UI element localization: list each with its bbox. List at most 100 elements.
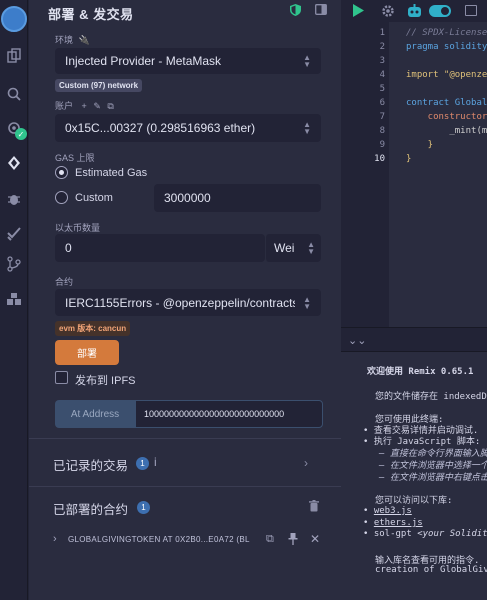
code-editor[interactable]: // SPDX-License-Identifier: MIT pragma s…: [389, 22, 487, 327]
environment-value: Injected Provider - MetaMask: [65, 54, 222, 68]
run-script-icon[interactable]: [353, 4, 364, 22]
sign-message-icon[interactable]: ✎: [93, 101, 101, 111]
network-chip: Custom (97) network: [55, 79, 143, 92]
code-line: }: [406, 140, 434, 150]
environment-label-text: 环境: [55, 35, 74, 45]
line-number: 5: [379, 84, 385, 94]
expand-instance-icon[interactable]: ›: [53, 533, 57, 545]
copy-account-icon[interactable]: ⧉: [107, 101, 113, 111]
contract-label: 合约: [55, 277, 74, 287]
terminal-line: creation of GlobalGivingToken pending...: [375, 565, 487, 575]
line-number: 3: [379, 56, 385, 66]
code-line: // SPDX-License-Identifier: MIT: [406, 28, 487, 38]
terminal-output[interactable]: 欢迎使用 Remix 0.65.1 您的文件储存在 indexedDB 您可使用…: [341, 352, 487, 600]
custom-gas-label: Custom: [75, 192, 113, 204]
code-line: pragma solidity ^0.8.20;: [406, 42, 487, 52]
unit-testing-icon[interactable]: [4, 223, 24, 243]
line-number: 1: [379, 28, 385, 38]
terminal-line: • sol-gpt <your Solidity question>: [363, 529, 487, 539]
deploy-button[interactable]: 部署: [55, 340, 119, 365]
value-label: 以太币数量: [55, 223, 101, 233]
terminal-header: ⌄⌄: [341, 327, 487, 352]
line-number: 2: [379, 42, 385, 52]
at-address-button[interactable]: At Address: [55, 400, 135, 428]
ai-assistant-icon[interactable]: [407, 4, 422, 23]
terminal-line: 欢迎使用 Remix 0.65.1: [367, 367, 474, 377]
publish-ipfs-label: 发布到 IPFS: [75, 375, 136, 387]
code-line: contract GlobalGivingToken is ERC1155 {: [406, 98, 487, 108]
search-icon[interactable]: [4, 84, 24, 104]
web3-link[interactable]: web3.js: [374, 506, 412, 516]
add-account-icon[interactable]: +: [82, 101, 87, 111]
custom-gas-input[interactable]: 3000000: [154, 184, 321, 212]
terminal-line: • web3.js: [363, 506, 412, 516]
estimated-gas-radio[interactable]: [55, 166, 68, 179]
settings-icon[interactable]: [381, 4, 395, 23]
divider: [29, 486, 341, 487]
environment-label: 环境 🔌: [55, 33, 90, 46]
account-label-text: 账户: [55, 101, 74, 111]
recorded-transactions-title[interactable]: 已记录的交易: [53, 455, 128, 474]
shield-icon[interactable]: [290, 4, 301, 19]
ai-toggle-switch[interactable]: [429, 5, 451, 17]
plugin-manager-icon[interactable]: [4, 289, 24, 309]
line-number: 8: [379, 126, 385, 136]
chevron-right-icon[interactable]: ›: [304, 456, 308, 470]
ethers-link[interactable]: ethers.js: [374, 518, 423, 528]
account-value: 0x15C...00327 (0.298516963 ether): [65, 121, 256, 135]
unit-select[interactable]: Wei ▲ ▼: [265, 234, 321, 262]
line-number: 10: [374, 154, 385, 164]
copy-address-icon[interactable]: ⧉: [266, 533, 274, 546]
panel-title: 部署 & 发交易: [48, 6, 134, 22]
terminal-line: – 在文件浏览器中右键点击: [379, 473, 487, 483]
terminal-line: 您的文件储存在 indexedDB: [375, 392, 487, 402]
account-select[interactable]: 0x15C...00327 (0.298516963 ether) ▲ ▼: [55, 114, 321, 142]
divider: [29, 438, 341, 439]
select-spinner-icon: ▲ ▼: [307, 240, 315, 256]
evm-version-chip: evm 版本: cancun: [55, 321, 131, 336]
editor-toolbar: [341, 0, 487, 22]
deploy-run-icon[interactable]: [4, 153, 24, 173]
git-icon[interactable]: [4, 254, 24, 274]
line-number: 9: [379, 140, 385, 150]
info-icon[interactable]: i: [154, 455, 157, 469]
code-line: import "@openzeppelin/contracts/token/ER…: [406, 70, 487, 80]
custom-gas-value: 3000000: [164, 191, 211, 205]
unit-value: Wei: [274, 241, 295, 255]
collapse-panel-icon[interactable]: [315, 4, 327, 19]
publish-ipfs-checkbox[interactable]: [55, 371, 68, 384]
contract-select[interactable]: IERC1155Errors - @openzeppelin/contracts…: [55, 289, 321, 316]
environment-select[interactable]: Injected Provider - MetaMask ▲ ▼: [55, 48, 321, 74]
close-icon[interactable]: ✕: [310, 532, 320, 546]
terminal-line-text: <your Solidity question>: [417, 529, 487, 539]
line-number: 7: [379, 112, 385, 122]
pin-icon[interactable]: [288, 532, 298, 550]
line-number: 6: [379, 98, 385, 108]
select-spinner-icon: ▲ ▼: [303, 294, 311, 311]
custom-gas-radio[interactable]: [55, 191, 68, 204]
file-explorer-icon[interactable]: [4, 46, 24, 66]
terminal-line-text: 在文件浏览器中右键点击: [389, 473, 487, 483]
toggle-layout-icon[interactable]: [465, 5, 477, 16]
trash-icon[interactable]: [309, 499, 319, 517]
gas-label: GAS 上限: [55, 153, 95, 163]
editor-gutter: 1 2 3 4 5 6 7 8 9 10: [341, 22, 389, 327]
deployed-instance-label[interactable]: GLOBALGIVINGTOKEN AT 0X2B0...E0A72 (BL: [68, 535, 260, 544]
select-spinner-icon: ▲ ▼: [303, 120, 311, 136]
value-input[interactable]: 0: [55, 234, 265, 262]
deployed-count-badge: 1: [137, 501, 150, 514]
at-address-input[interactable]: 1000000000000000000000000000: [135, 400, 323, 428]
recorded-count-badge: 1: [136, 457, 149, 470]
line-number: 4: [379, 70, 385, 80]
terminal-line: 您可以访问以下库:: [375, 496, 453, 506]
select-spinner-icon: ▲ ▼: [303, 53, 311, 69]
remix-logo-icon[interactable]: [1, 6, 27, 32]
debugger-icon[interactable]: [4, 189, 24, 209]
deployed-contracts-title: 已部署的合约: [53, 503, 129, 517]
terminal-line-text: sol-gpt: [373, 529, 418, 539]
plug-icon: 🔌: [78, 35, 90, 45]
double-chevron-down-icon[interactable]: ⌄⌄: [348, 334, 366, 347]
estimated-gas-label: Estimated Gas: [75, 167, 148, 179]
code-line: }: [406, 154, 412, 164]
code-line: _mint(msg.sender, 0, 10**18, "");: [449, 126, 487, 136]
